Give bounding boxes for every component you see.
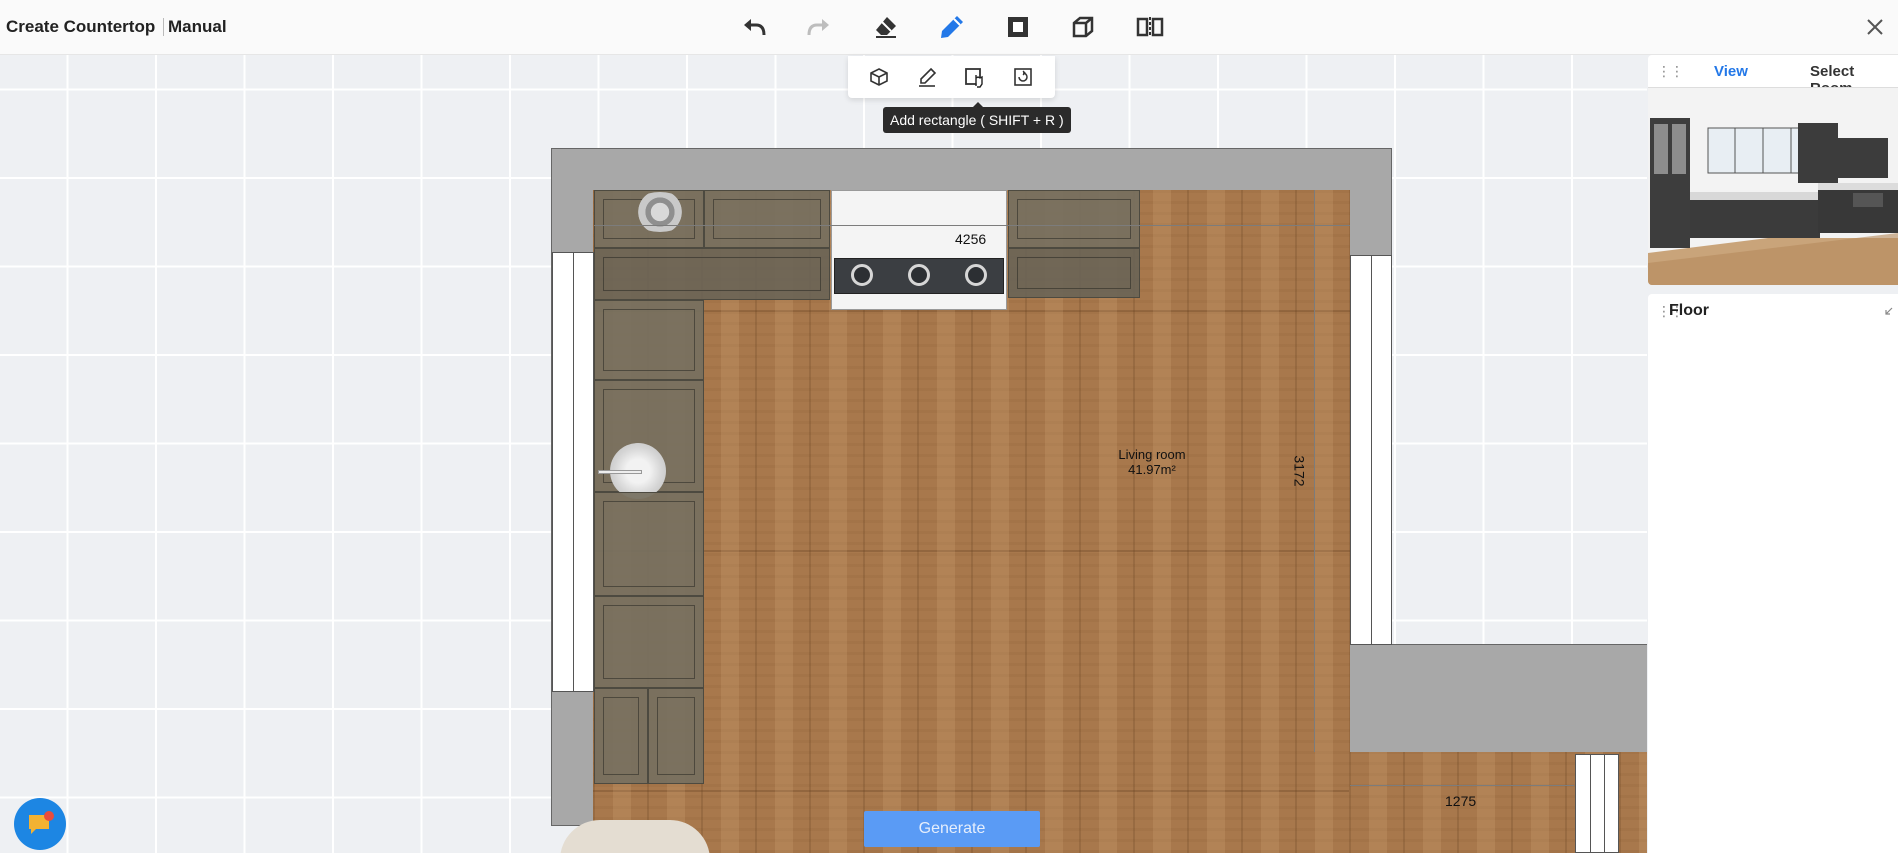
- line-draw-icon: [919, 67, 937, 87]
- close-button[interactable]: [1860, 12, 1890, 42]
- cube-icon: [1072, 16, 1094, 38]
- ceiling-fan: [630, 192, 690, 232]
- draw-subtoolbar: [848, 56, 1055, 98]
- base-cabinet[interactable]: [594, 492, 704, 596]
- mirror-button[interactable]: [1133, 10, 1167, 44]
- cooktop: [834, 258, 1004, 294]
- top-bar: Create Countertop Manual: [0, 0, 1898, 55]
- dimension-right[interactable]: 3172: [1292, 455, 1308, 486]
- undo-icon: [744, 19, 766, 36]
- collapse-icon[interactable]: [1884, 306, 1894, 316]
- cube-button[interactable]: [1066, 10, 1100, 44]
- eraser-icon: [876, 17, 896, 38]
- floor-panel-title: Floor: [1669, 302, 1709, 319]
- drag-handle-icon[interactable]: ⋮⋮: [1657, 63, 1684, 80]
- mode-label: Manual: [168, 17, 227, 36]
- base-cabinet[interactable]: [594, 248, 830, 300]
- chat-button[interactable]: [14, 798, 66, 850]
- add-rectangle-button[interactable]: [961, 63, 989, 91]
- eraser-button[interactable]: [869, 10, 903, 44]
- dimension-line-top: [594, 225, 1350, 226]
- tall-cabinet[interactable]: [594, 688, 648, 784]
- chat-icon: [29, 811, 54, 834]
- line-draw-button[interactable]: [913, 63, 941, 91]
- dimension-line-bottom: [1350, 785, 1574, 786]
- floor-panel: ⋮⋮ Floor: [1648, 294, 1898, 853]
- square-frame-button[interactable]: [1001, 10, 1035, 44]
- base-cabinet[interactable]: [594, 596, 704, 688]
- room-label[interactable]: Living room 41.97m²: [1100, 447, 1204, 477]
- window-right: [1350, 255, 1392, 645]
- page-title: Create Countertop: [6, 17, 156, 36]
- dimension-top[interactable]: 4256: [955, 231, 986, 247]
- room-name: Living room: [1118, 447, 1186, 462]
- title-divider: [163, 18, 164, 36]
- base-cabinet[interactable]: [1008, 248, 1140, 298]
- add-rectangle-icon: [965, 68, 983, 88]
- box-icon: [870, 68, 888, 86]
- base-cabinet[interactable]: [594, 300, 704, 380]
- redo-button[interactable]: [802, 10, 836, 44]
- door-swing-arc: [560, 820, 710, 853]
- window-left: [552, 252, 594, 692]
- room-area: 41.97m²: [1128, 462, 1176, 477]
- window-bottom: [1575, 754, 1619, 853]
- redo-icon: [807, 19, 829, 36]
- tab-view[interactable]: View: [1714, 63, 1748, 80]
- square-frame-icon: [1008, 17, 1028, 37]
- kitchen-render-image: [1648, 88, 1898, 285]
- tooltip: Add rectangle ( SHIFT + R ): [883, 102, 1071, 133]
- faucet: [598, 470, 642, 474]
- rotate-square-button[interactable]: [1009, 63, 1037, 91]
- rotate-square-icon: [1014, 68, 1032, 86]
- mirror-icon: [1136, 17, 1164, 37]
- view-card: ⋮⋮ View Select Room: [1648, 55, 1898, 285]
- burner: [851, 264, 873, 286]
- burner: [908, 264, 930, 286]
- burner: [965, 264, 987, 286]
- wall-extension: [1349, 644, 1649, 756]
- close-icon: [1867, 19, 1883, 35]
- base-cabinet[interactable]: [648, 688, 704, 784]
- undo-button[interactable]: [737, 10, 771, 44]
- pencil-icon: [941, 16, 963, 38]
- dimension-bottom-right[interactable]: 1275: [1445, 793, 1476, 809]
- generate-button[interactable]: Generate: [864, 811, 1040, 847]
- upper-cabinet[interactable]: [704, 190, 830, 248]
- dimension-line-right: [1314, 190, 1315, 752]
- upper-cabinet[interactable]: [1008, 190, 1140, 248]
- box-tool-button[interactable]: [865, 63, 893, 91]
- kitchen-3d-preview[interactable]: [1648, 87, 1898, 285]
- pencil-button[interactable]: [935, 10, 969, 44]
